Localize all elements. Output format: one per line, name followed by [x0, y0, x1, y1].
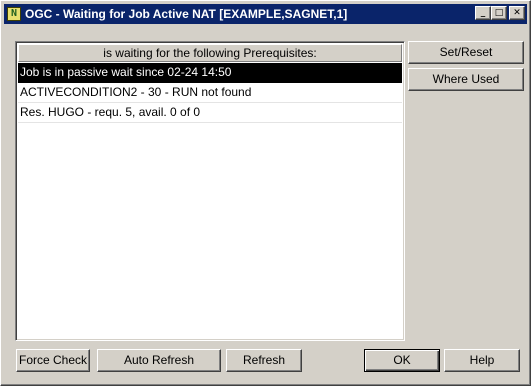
prerequisites-list[interactable]: is waiting for the following Prerequisit…: [15, 41, 405, 341]
list-item[interactable]: Res. HUGO - requ. 5, avail. 0 of 0: [18, 103, 402, 123]
set-reset-button[interactable]: Set/Reset: [408, 41, 524, 64]
app-icon: N: [7, 7, 21, 21]
list-item[interactable]: Job is in passive wait since 02-24 14:50: [18, 63, 402, 83]
help-button[interactable]: Help: [444, 349, 520, 372]
force-check-button[interactable]: Force Check: [16, 349, 90, 372]
refresh-button[interactable]: Refresh: [226, 349, 302, 372]
list-item[interactable]: ACTIVECONDITION2 - 30 - RUN not found: [18, 83, 402, 103]
close-button[interactable]: ✕: [509, 6, 525, 20]
prerequisites-dialog: N OGC - Waiting for Job Active NAT [EXAM…: [0, 0, 531, 386]
auto-refresh-button[interactable]: Auto Refresh: [97, 349, 221, 372]
list-rows: Job is in passive wait since 02-24 14:50…: [18, 63, 402, 123]
title-bar[interactable]: N OGC - Waiting for Job Active NAT [EXAM…: [4, 4, 527, 24]
ok-button[interactable]: OK: [364, 349, 440, 372]
minimize-button[interactable]: _: [475, 6, 491, 20]
list-header[interactable]: is waiting for the following Prerequisit…: [18, 44, 402, 62]
window-controls: _ □ ✕: [475, 6, 525, 20]
where-used-button[interactable]: Where Used: [408, 68, 524, 91]
window-title: OGC - Waiting for Job Active NAT [EXAMPL…: [25, 7, 348, 21]
maximize-button[interactable]: □: [491, 6, 507, 20]
